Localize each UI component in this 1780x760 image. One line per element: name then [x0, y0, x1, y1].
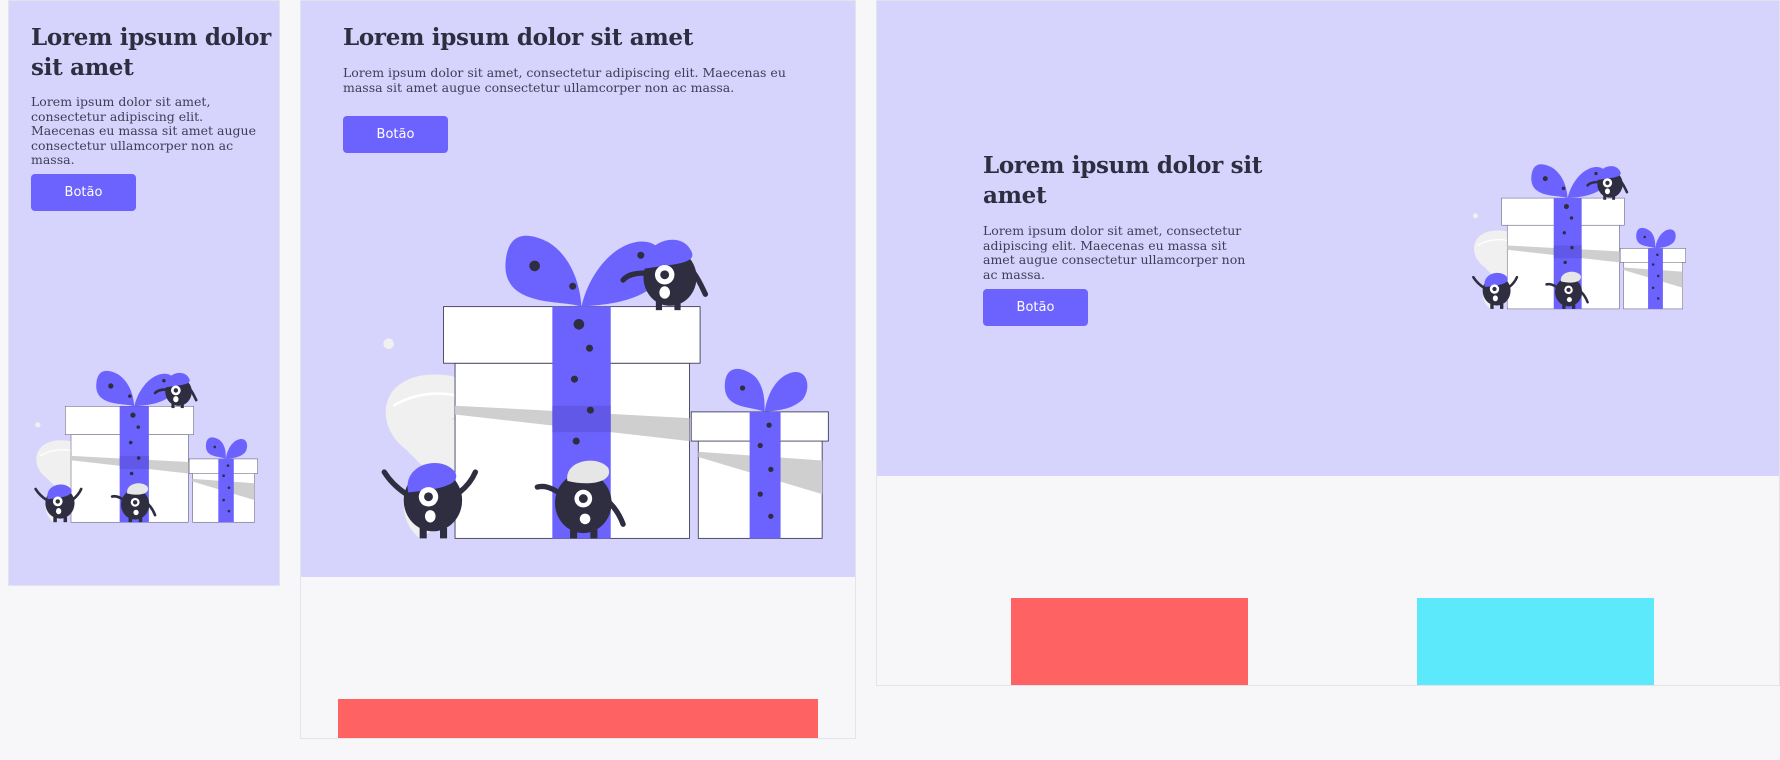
cyan-content-block	[1417, 598, 1654, 685]
hero-title: Lorem ipsum dolor sit amet	[343, 24, 694, 51]
hero-button[interactable]: Botão	[983, 289, 1088, 326]
hero-button[interactable]: Botão	[31, 174, 136, 211]
hero-description: Lorem ipsum dolor sit amet, consectetur …	[983, 223, 1246, 282]
hero-title: Lorem ipsum dolor sit amet	[983, 152, 1263, 209]
mobile-preview-frame: Lorem ipsum dolor sit amet Lorem ipsum d…	[8, 0, 280, 586]
hero-section: Lorem ipsum dolor sit amet Lorem ipsum d…	[301, 1, 855, 577]
gift-boxes-illustration-icon	[29, 363, 259, 531]
red-content-block	[1011, 598, 1248, 685]
gift-boxes-illustration-icon	[1467, 157, 1687, 317]
hero-section: Lorem ipsum dolor sit amet Lorem ipsum d…	[9, 1, 279, 585]
hero-description: Lorem ipsum dolor sit amet, consectetur …	[343, 65, 786, 95]
hero-description: Lorem ipsum dolor sit amet, consectetur …	[31, 94, 256, 167]
hero-section: Lorem ipsum dolor sit amet Lorem ipsum d…	[877, 1, 1779, 476]
gift-boxes-illustration-icon	[371, 223, 831, 553]
tablet-preview-frame: Lorem ipsum dolor sit amet Lorem ipsum d…	[300, 0, 856, 739]
red-content-block	[338, 699, 818, 738]
hero-title: Lorem ipsum dolor sit amet	[31, 24, 271, 81]
desktop-preview-frame: Lorem ipsum dolor sit amet Lorem ipsum d…	[876, 0, 1780, 686]
hero-button[interactable]: Botão	[343, 116, 448, 153]
